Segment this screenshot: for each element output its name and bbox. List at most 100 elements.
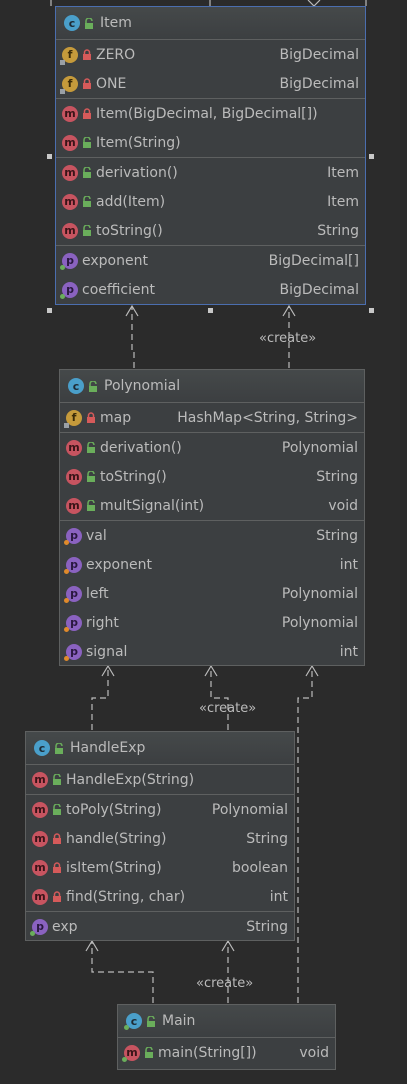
public-icon [83, 167, 91, 178]
member-name: map [100, 409, 132, 426]
method-row[interactable]: m toString() String [60, 462, 364, 491]
member-type: Polynomial [281, 614, 358, 631]
member-name: toString() [100, 468, 167, 485]
fields-section: f map HashMap<String, String> [60, 403, 364, 433]
method-row[interactable]: m toPoly(String) Polynomial [26, 795, 294, 824]
class-name: Item [100, 15, 132, 31]
method-icon: m [62, 134, 78, 151]
method-row[interactable]: m HandleExp(String) [26, 765, 294, 794]
class-box-handleexp[interactable]: c HandleExp m HandleExp(String) m toPoly… [25, 731, 295, 941]
member-name: signal [86, 643, 128, 660]
member-name: multSignal(int) [100, 497, 205, 514]
member-name: handle(String) [66, 830, 167, 847]
method-row[interactable]: m Item(BigDecimal, BigDecimal[]) [56, 99, 365, 128]
member-name: toString() [96, 222, 163, 239]
create-label: «create» [259, 331, 317, 346]
member-name: main(String[]) [158, 1044, 257, 1061]
property-icon: p [64, 643, 82, 661]
public-icon [55, 742, 63, 754]
method-icon: m [32, 830, 48, 847]
method-icon: m [32, 771, 48, 788]
member-type: String [246, 830, 288, 847]
member-type: int [339, 556, 358, 573]
property-row[interactable]: p left Polynomial [60, 579, 364, 608]
private-lock-icon [87, 412, 95, 423]
member-name: left [86, 585, 109, 602]
class-header[interactable]: c Main [118, 1005, 335, 1038]
property-icon: p [60, 252, 78, 270]
member-name: derivation() [100, 439, 182, 456]
member-type: int [339, 643, 358, 660]
method-icon: m [66, 439, 82, 456]
class-header[interactable]: c Item [56, 7, 365, 40]
class-header[interactable]: c HandleExp [26, 732, 294, 765]
method-row[interactable]: m Item(String) [56, 128, 365, 157]
class-header[interactable]: c Polynomial [60, 370, 364, 403]
selection-handle[interactable] [47, 154, 52, 159]
member-name: ONE [96, 75, 127, 92]
member-type: String [317, 222, 359, 239]
public-icon [87, 471, 95, 482]
method-icon: m [62, 164, 78, 181]
property-row[interactable]: p signal int [60, 637, 364, 666]
member-type: boolean [232, 859, 288, 876]
property-row[interactable]: p exponent int [60, 550, 364, 579]
method-icon: m [32, 888, 48, 905]
member-name: Item(BigDecimal, BigDecimal[]) [96, 105, 318, 122]
property-row[interactable]: p val String [60, 521, 364, 550]
property-row[interactable]: p exponent BigDecimal[] [56, 246, 365, 275]
method-row[interactable]: m find(String, char) int [26, 882, 294, 911]
method-icon: m [66, 468, 82, 485]
public-icon [85, 17, 93, 29]
class-box-main[interactable]: c Main m main(String[]) void [117, 1004, 336, 1070]
member-type: Polynomial [211, 801, 288, 818]
field-row[interactable]: f ONE BigDecimal [56, 69, 365, 98]
class-box-item[interactable]: c Item f ZERO BigDecimal f ONE BigDecima… [55, 6, 366, 305]
method-row[interactable]: m toString() String [56, 216, 365, 245]
member-name: val [86, 527, 107, 544]
member-name: exponent [82, 252, 148, 269]
selection-handle[interactable] [47, 308, 52, 313]
private-lock-icon [53, 891, 61, 902]
methods-section: m derivation() Polynomial m toString() S… [60, 433, 364, 521]
member-type: BigDecimal [279, 46, 359, 63]
field-row[interactable]: f ZERO BigDecimal [56, 40, 365, 69]
field-row[interactable]: f map HashMap<String, String> [60, 403, 364, 432]
fields-section: f ZERO BigDecimal f ONE BigDecimal [56, 40, 365, 99]
property-row[interactable]: p coefficient BigDecimal [56, 275, 365, 304]
class-icon: c [64, 15, 80, 31]
method-icon: m [32, 801, 48, 818]
private-lock-icon [53, 833, 61, 844]
public-icon [53, 804, 61, 815]
public-icon [83, 225, 91, 236]
public-icon [83, 196, 91, 207]
member-type: Item [327, 193, 359, 210]
method-row[interactable]: m multSignal(int) void [60, 491, 364, 520]
member-type: String [316, 527, 358, 544]
property-row[interactable]: p exp String [26, 912, 294, 941]
methods-section: m main(String[]) void [118, 1038, 335, 1067]
member-name: derivation() [96, 164, 178, 181]
method-row[interactable]: m derivation() Polynomial [60, 433, 364, 462]
method-row[interactable]: m main(String[]) void [118, 1038, 335, 1067]
selection-handle[interactable] [369, 154, 374, 159]
create-label: «create» [196, 976, 254, 991]
selection-handle[interactable] [208, 308, 213, 313]
member-type: Polynomial [281, 585, 358, 602]
methods-section: m derivation() Item m add(Item) Item m t… [56, 158, 365, 246]
class-box-polynomial[interactable]: c Polynomial f map HashMap<String, Strin… [59, 369, 365, 666]
method-row[interactable]: m add(Item) Item [56, 187, 365, 216]
method-row[interactable]: m isItem(String) boolean [26, 853, 294, 882]
class-icon: c [124, 1013, 142, 1030]
selection-handle[interactable] [369, 308, 374, 313]
method-row[interactable]: m derivation() Item [56, 158, 365, 187]
field-icon: f [60, 46, 78, 65]
member-type: int [269, 888, 288, 905]
private-lock-icon [83, 108, 91, 119]
method-row[interactable]: m handle(String) String [26, 824, 294, 853]
member-name: Item(String) [96, 134, 181, 151]
method-icon: m [62, 193, 78, 210]
method-icon: m [32, 859, 48, 876]
property-row[interactable]: p right Polynomial [60, 608, 364, 637]
class-name: HandleExp [70, 740, 146, 756]
